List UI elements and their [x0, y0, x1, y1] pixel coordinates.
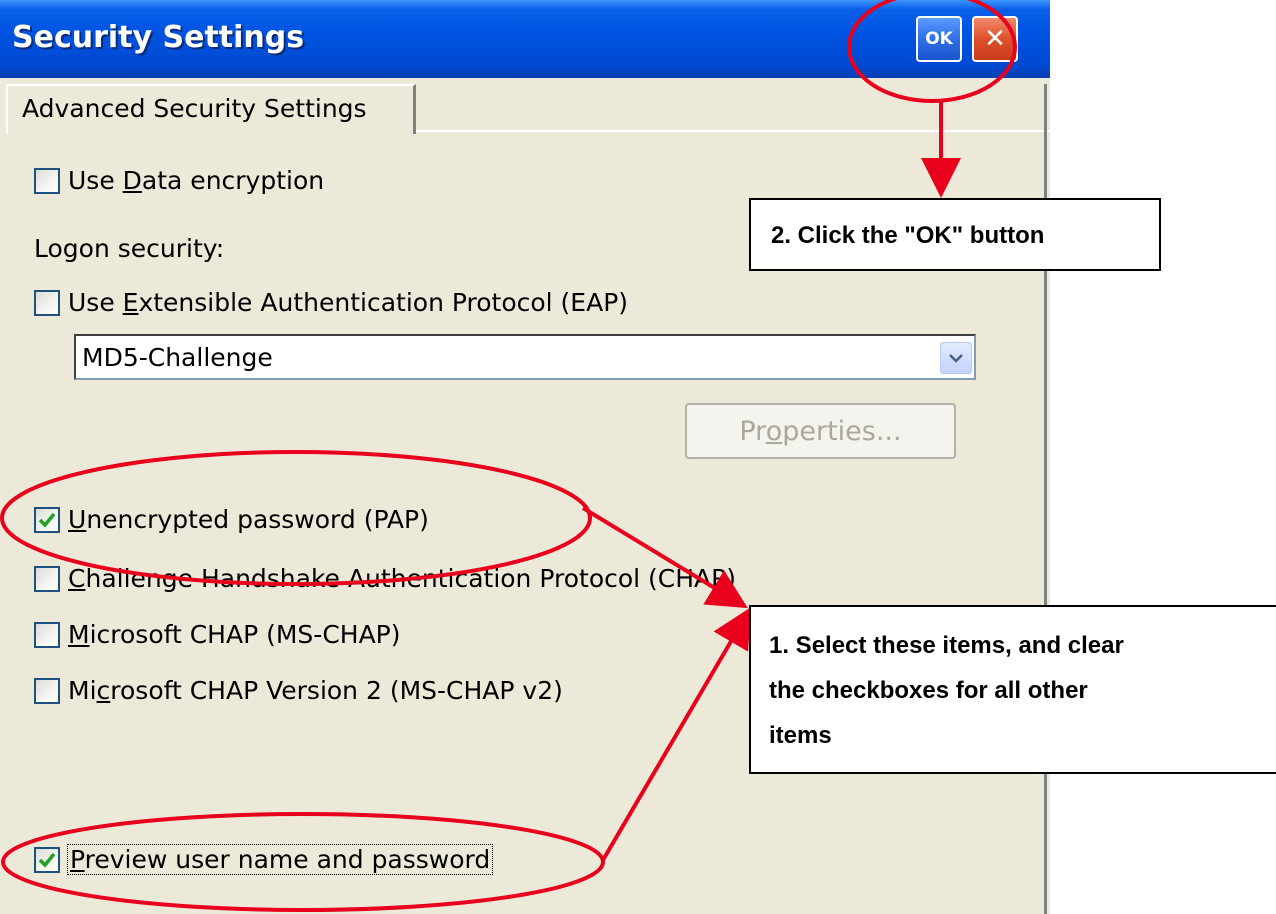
ms-chap-v2-option[interactable]: Microsoft CHAP Version 2 (MS-CHAP v2): [34, 676, 563, 705]
pap-option[interactable]: Unencrypted password (PAP): [34, 505, 429, 534]
step1-text-line1: 1. Select these items, and clear: [769, 632, 1124, 659]
preview-checkbox[interactable]: [34, 846, 60, 873]
eap-option[interactable]: Use Extensible Authentication Protocol (…: [34, 288, 628, 317]
ms-chap-option[interactable]: Microsoft CHAP (MS-CHAP): [34, 620, 401, 649]
chap-label: Challenge Handshake Authentication Proto…: [68, 564, 736, 593]
data-encryption-label: Use Data encryption: [68, 166, 325, 195]
tab-advanced-security-settings[interactable]: Advanced Security Settings: [6, 84, 416, 134]
eap-method-value: MD5-Challenge: [82, 343, 273, 372]
preview-option[interactable]: Preview user name and password: [34, 844, 494, 875]
eap-label: Use Extensible Authentication Protocol (…: [68, 288, 629, 317]
chap-checkbox[interactable]: [34, 565, 60, 592]
title-bar: Security Settings OK ✕: [0, 0, 1050, 78]
tab-strip-border: [414, 130, 1050, 132]
pap-checkbox[interactable]: [34, 506, 60, 533]
ms-chap-label: Microsoft CHAP (MS-CHAP): [68, 620, 401, 649]
ms-chap-v2-checkbox[interactable]: [34, 677, 60, 704]
data-encryption-checkbox[interactable]: [34, 167, 60, 194]
tab-label: Advanced Security Settings: [22, 94, 367, 123]
step1-text-line2: the checkboxes for all other: [769, 677, 1088, 704]
preview-label: Preview user name and password: [66, 844, 494, 875]
checkmark-icon: [38, 852, 56, 868]
close-button[interactable]: ✕: [972, 16, 1018, 62]
eap-checkbox[interactable]: [34, 289, 60, 316]
ok-button[interactable]: OK: [916, 16, 962, 62]
properties-button-label: Properties...: [739, 415, 902, 447]
close-icon: ✕: [984, 24, 1006, 54]
ms-chap-v2-label: Microsoft CHAP Version 2 (MS-CHAP v2): [68, 676, 563, 705]
step1-text-line3: items: [769, 722, 832, 749]
window-title: Security Settings: [12, 20, 305, 55]
chevron-down-icon[interactable]: [940, 342, 972, 374]
properties-button[interactable]: Properties...: [685, 403, 956, 459]
logon-security-heading: Logon security:: [34, 234, 225, 263]
security-settings-dialog: Security Settings OK ✕ Advanced Security…: [0, 0, 1050, 914]
chap-option[interactable]: Challenge Handshake Authentication Proto…: [34, 564, 736, 593]
data-encryption-option[interactable]: Use Data encryption: [34, 166, 324, 195]
step2-text: 2. Click the "OK" button: [771, 222, 1045, 249]
step2-callout: 2. Click the "OK" button: [749, 198, 1161, 271]
step1-callout: 1. Select these items, and clear the che…: [749, 605, 1276, 774]
checkmark-icon: [38, 512, 56, 528]
ok-button-label: OK: [925, 29, 953, 49]
eap-method-select[interactable]: MD5-Challenge: [74, 334, 976, 380]
ms-chap-checkbox[interactable]: [34, 621, 60, 648]
pap-label: Unencrypted password (PAP): [68, 505, 429, 534]
